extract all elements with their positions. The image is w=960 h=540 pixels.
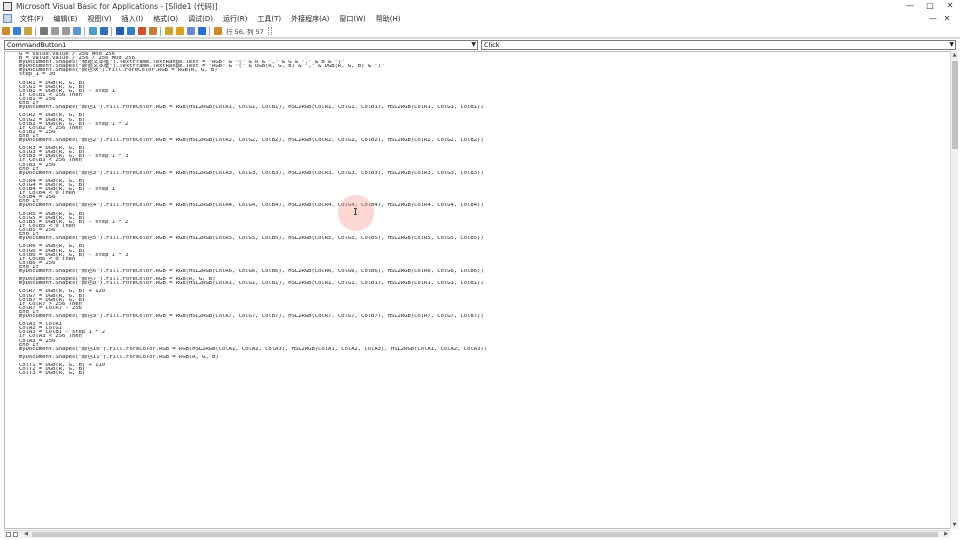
vba-app-icon	[3, 1, 12, 11]
menu-edit[interactable]: 编辑(E)	[49, 14, 83, 24]
redo-icon[interactable]	[99, 27, 108, 35]
vertical-scrollbar[interactable]: ▲ ▼	[950, 51, 958, 529]
menu-addins[interactable]: 外接程序(A)	[286, 14, 334, 24]
standard-toolbar: 行 56, 列 57	[0, 25, 960, 37]
toolbar-grip-icon[interactable]	[267, 27, 272, 35]
menu-help[interactable]: 帮助(H)	[371, 14, 406, 24]
save-icon[interactable]	[23, 27, 32, 35]
toolbar-separator	[160, 26, 161, 36]
properties-window-icon[interactable]	[175, 27, 184, 35]
help-icon[interactable]	[213, 27, 222, 35]
menu-insert[interactable]: 插入(I)	[117, 14, 149, 24]
procedure-combo[interactable]: Click ▼	[481, 40, 956, 50]
menu-bar: 文件(F) 编辑(E) 视图(V) 插入(I) 格式(O) 调试(D) 运行(R…	[0, 13, 960, 24]
object-combo[interactable]: CommandButton1 ▼	[4, 40, 478, 50]
child-close-button[interactable]: ✕	[940, 13, 954, 24]
horizontal-scroll-thumb[interactable]	[32, 532, 938, 537]
menu-run[interactable]: 运行(R)	[218, 14, 252, 24]
toolbar-separator	[35, 26, 36, 36]
break-icon[interactable]	[126, 27, 135, 35]
minimize-button[interactable]: —	[900, 0, 920, 12]
menu-view[interactable]: 视图(V)	[82, 14, 116, 24]
window-controls: — □ ✕	[900, 0, 960, 12]
cursor-position: 行 56, 列 57	[226, 28, 264, 36]
title-bar: Microsoft Visual Basic for Applications …	[0, 0, 960, 12]
project-explorer-icon[interactable]	[164, 27, 173, 35]
copy-icon[interactable]	[50, 27, 59, 35]
menu-window[interactable]: 窗口(W)	[334, 14, 370, 24]
procedure-combo-value: Click	[484, 41, 500, 49]
code-editor[interactable]: G = value.value / 256 Mod 256 B = value.v…	[4, 51, 950, 529]
reset-icon[interactable]	[137, 27, 146, 35]
window-title: Microsoft Visual Basic for Applications …	[16, 1, 218, 11]
insert-module-icon[interactable]	[12, 27, 21, 35]
scroll-down-icon[interactable]: ▼	[951, 521, 958, 529]
maximize-button[interactable]: □	[920, 0, 940, 12]
click-highlight	[338, 195, 374, 231]
object-browser-icon[interactable]	[186, 27, 195, 35]
toolbox-icon[interactable]	[197, 27, 206, 35]
full-module-view-icon[interactable]	[13, 532, 18, 537]
document-icon[interactable]	[3, 14, 12, 23]
text-cursor-icon	[354, 208, 357, 215]
chevron-down-icon[interactable]: ▼	[949, 41, 954, 49]
paste-icon[interactable]	[61, 27, 70, 35]
design-mode-icon[interactable]	[148, 27, 157, 35]
menu-file[interactable]: 文件(F)	[15, 14, 49, 24]
chevron-down-icon[interactable]: ▼	[471, 41, 476, 49]
view-powerpoint-icon[interactable]	[1, 27, 10, 35]
view-buttons	[6, 532, 20, 537]
child-window-controls: — ✕	[926, 13, 954, 24]
menu-debug[interactable]: 调试(D)	[183, 14, 218, 24]
toolbar-separator	[209, 26, 210, 36]
menu-tools[interactable]: 工具(T)	[252, 14, 286, 24]
horizontal-scrollbar[interactable]: ◀ ▶	[4, 530, 950, 538]
cut-icon[interactable]	[39, 27, 48, 35]
undo-icon[interactable]	[88, 27, 97, 35]
toolbar-separator	[84, 26, 85, 36]
code-line[interactable]: ColT3 = DGB(R, G, B)	[5, 371, 950, 375]
scroll-left-icon[interactable]: ◀	[24, 531, 28, 538]
scroll-up-icon[interactable]: ▲	[951, 51, 958, 59]
toolbar-divider	[0, 37, 960, 39]
child-minimize-button[interactable]: —	[926, 13, 940, 24]
toolbar-separator	[111, 26, 112, 36]
find-icon[interactable]	[72, 27, 81, 35]
vertical-scroll-thumb[interactable]	[952, 61, 958, 149]
menu-format[interactable]: 格式(O)	[148, 14, 183, 24]
object-combo-value: CommandButton1	[7, 41, 67, 49]
run-icon[interactable]	[115, 27, 124, 35]
procedure-view-icon[interactable]	[6, 532, 11, 537]
scroll-right-icon[interactable]: ▶	[944, 531, 948, 538]
close-button[interactable]: ✕	[940, 0, 960, 12]
